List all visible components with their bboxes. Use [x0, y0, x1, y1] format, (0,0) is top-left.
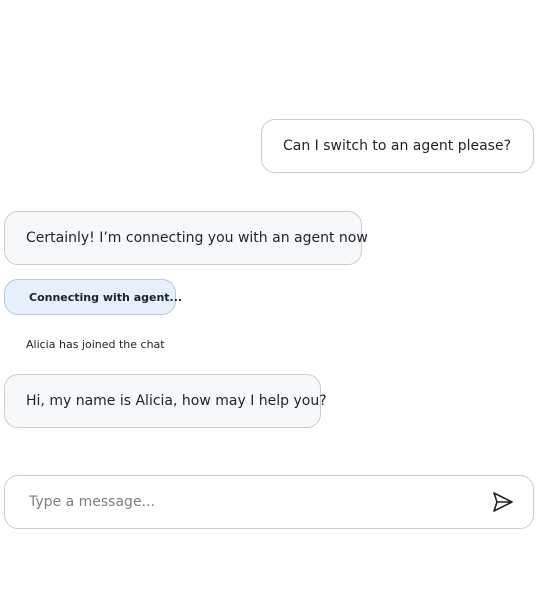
agent-joined-note: Alicia has joined the chat: [26, 338, 165, 351]
connecting-status-badge: Connecting with agent...: [4, 279, 182, 315]
send-icon: [493, 492, 513, 512]
send-button[interactable]: [491, 490, 515, 514]
user-message-bubble: Can I switch to an agent please?: [261, 119, 534, 173]
bot-message-text: Certainly! I’m connecting you with an ag…: [26, 230, 368, 246]
agent-message-text: Hi, my name is Alicia, how may I help yo…: [26, 393, 327, 409]
message-input[interactable]: [29, 487, 469, 517]
connecting-status-text: Connecting with agent...: [29, 290, 183, 304]
message-composer: [4, 475, 534, 529]
chat-window: Can I switch to an agent please? Certain…: [0, 0, 537, 600]
agent-message-bubble: Hi, my name is Alicia, how may I help yo…: [4, 374, 327, 428]
bot-message-bubble: Certainly! I’m connecting you with an ag…: [4, 211, 368, 265]
user-message-text: Can I switch to an agent please?: [283, 138, 512, 154]
